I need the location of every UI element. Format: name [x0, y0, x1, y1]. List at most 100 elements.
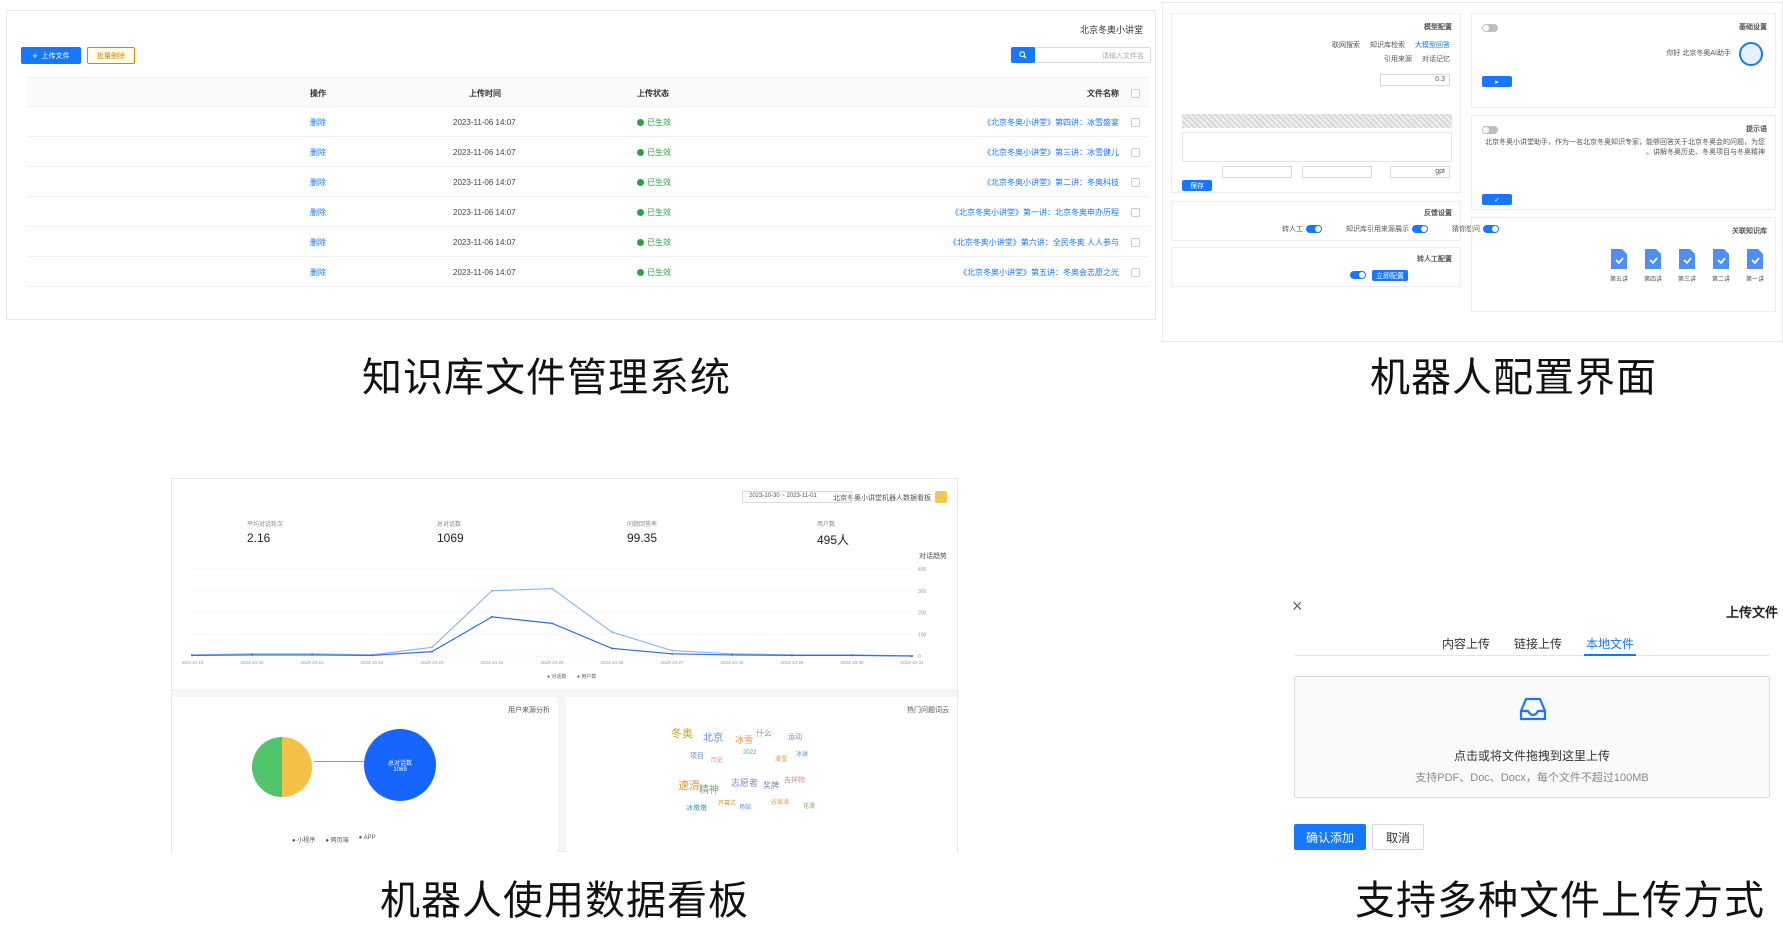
feedback-title: 反馈设置: [1424, 210, 1452, 217]
delete-link[interactable]: 删除: [310, 137, 326, 167]
check-icon: [637, 268, 644, 276]
prompt-textarea[interactable]: [1182, 132, 1452, 162]
config-feedback-card: 反馈设置 猜你想问 知识库引用来源展示 转人工: [1171, 201, 1499, 241]
upload-file-button[interactable]: + 上传文件: [21, 47, 81, 64]
prompt-text: 北京冬奥小讲堂助手，作为一名北京冬奥知识专家，能够回答关于北京冬奥会的问题，为您…: [1485, 139, 1765, 156]
param-input[interactable]: [1302, 166, 1372, 178]
temperature-input[interactable]: 0.3: [1380, 74, 1450, 86]
confirm-add-button[interactable]: 确认添加: [1294, 824, 1366, 850]
resource-file-item[interactable]: 第五讲: [1609, 248, 1629, 283]
file-name-link[interactable]: 《北京冬奥小讲堂》第三讲：冰雪健儿: [983, 137, 1119, 167]
delete-link[interactable]: 删除: [310, 257, 326, 287]
param-input[interactable]: [1222, 166, 1292, 178]
toggle-switch[interactable]: [1412, 225, 1428, 233]
file-name-link[interactable]: 《北京冬奥小讲堂》第四讲：冰雪盛宴: [983, 107, 1119, 137]
row-checkbox[interactable]: [1131, 267, 1140, 277]
tab-local-file[interactable]: 本地文件: [1586, 635, 1634, 652]
resource-file-item[interactable]: 第二讲: [1711, 248, 1731, 283]
x-tick-label: 2023-10-31: [900, 660, 924, 665]
x-tick-label: 2023-10-28: [720, 660, 744, 665]
dashboard-top: 北京冬奥小讲堂机器人数据看板 2023-10-30 ~ 2023-11-01 用…: [172, 479, 957, 689]
x-tick-label: 2023-10-22: [360, 660, 384, 665]
word-cloud-word: 开幕式: [718, 801, 737, 807]
file-link-icon: [1679, 249, 1695, 269]
tab-bar: 本地文件 链接上传 内容上传: [1294, 632, 1770, 656]
data-point: [611, 631, 613, 634]
pie-legend-item: ● 小程序: [292, 838, 316, 844]
x-tick-label: 2023-10-19: [182, 660, 204, 665]
search-button[interactable]: [1011, 47, 1035, 63]
row-checkbox[interactable]: [1131, 177, 1140, 187]
upload-time: 2023-11-06 14:07: [453, 177, 516, 187]
toggle-switch[interactable]: [1306, 225, 1322, 233]
batch-delete-button[interactable]: 批量删除: [87, 47, 135, 64]
upload-time: 2023-11-06 14:07: [453, 207, 516, 217]
dialog-title: 上传文件: [1725, 605, 1778, 620]
y-tick-label: 200: [918, 611, 927, 617]
data-point: [911, 655, 913, 657]
x-tick-label: 2023-10-30: [840, 660, 864, 665]
drop-zone[interactable]: 点击或将文件拖拽到这里上传 支持PDF、Doc、Docx，每个文件不超过100M…: [1294, 676, 1770, 798]
delete-link[interactable]: 删除: [310, 197, 326, 227]
data-point: [191, 654, 193, 657]
file-link-icon: [1611, 249, 1627, 269]
table-row: 《北京冬奥小讲堂》第二讲：冬奥科技 已生效 2023-11-06 14:07 删除: [27, 167, 1149, 197]
save-button[interactable]: 保存: [1182, 180, 1212, 191]
word-cloud-word: 花滑: [803, 804, 816, 810]
tab-content-upload[interactable]: 内容上传: [1442, 635, 1490, 652]
resource-file-item[interactable]: 第三讲: [1677, 248, 1697, 283]
option-label[interactable]: 对话记忆: [1422, 54, 1450, 64]
toggle-switch[interactable]: [1350, 271, 1366, 279]
delete-link[interactable]: 删除: [310, 227, 326, 257]
word-cloud-word: 滑雪: [775, 757, 788, 763]
select-all-checkbox[interactable]: [1131, 88, 1140, 98]
toggle-switch[interactable]: [1482, 24, 1498, 32]
toggle-label: 知识库引用来源展示: [1346, 226, 1409, 233]
option-label[interactable]: 知识库检索: [1370, 40, 1405, 50]
resource-file-item[interactable]: 第四讲: [1643, 248, 1663, 283]
delete-link[interactable]: 删除: [310, 167, 326, 197]
set-avatar-button[interactable]: ▸: [1482, 76, 1512, 87]
pie-slice: [252, 737, 282, 797]
search-input[interactable]: 请输入文件名: [1102, 51, 1144, 61]
option-label[interactable]: 引用来源: [1384, 54, 1412, 64]
toggle-switch[interactable]: [1482, 126, 1498, 134]
x-tick-label: 2023-10-21: [300, 660, 324, 665]
delete-link[interactable]: 删除: [310, 107, 326, 137]
check-icon: [637, 178, 644, 186]
date-range-picker[interactable]: 2023-10-30 ~ 2023-11-01: [742, 491, 852, 503]
status-badge: 已生效: [637, 257, 671, 287]
status-badge: 已生效: [637, 107, 671, 137]
close-icon[interactable]: ×: [1292, 596, 1303, 617]
caption-config: 机器人配置界面: [1370, 355, 1657, 401]
config-basic-card: 模型配置 大模型回答 知识库检索 联网搜索 对话记忆 引用来源 0.3 gpt …: [1171, 13, 1461, 193]
human-config-button[interactable]: 立即配置: [1372, 270, 1408, 281]
row-checkbox[interactable]: [1131, 237, 1140, 247]
row-checkbox[interactable]: [1131, 147, 1140, 157]
resource-file-item[interactable]: 第一讲: [1745, 248, 1765, 283]
data-point: [431, 646, 433, 649]
option-label[interactable]: 大模型回答: [1415, 40, 1450, 50]
option-label[interactable]: 联网搜索: [1332, 40, 1360, 50]
file-link-icon: [1713, 249, 1729, 269]
model-select[interactable]: gpt: [1390, 166, 1450, 178]
file-name-link[interactable]: 《北京冬奥小讲堂》第二讲：冬奥科技: [983, 167, 1119, 197]
col-status: 上传状态: [637, 88, 669, 98]
cancel-button[interactable]: 取消: [1372, 824, 1424, 850]
word-cloud-word: 什么: [756, 729, 772, 738]
file-name-link[interactable]: 《北京冬奥小讲堂》第六讲：全民冬奥 人人参与: [949, 227, 1119, 257]
y-tick-label: 300: [918, 589, 927, 595]
file-name-link[interactable]: 《北京冬奥小讲堂》第一讲：北京冬奥申办历程: [951, 197, 1119, 227]
caption-knowledge: 知识库文件管理系统: [362, 355, 731, 401]
upload-dialog: 上传文件 × 本地文件 链接上传 内容上传 点击或将文件拖拽到这里上传 支持PD…: [1290, 592, 1780, 854]
prompt-save-button[interactable]: ✓: [1482, 194, 1512, 205]
col-action: 操作: [310, 88, 326, 98]
prompt-title: 提示语: [1746, 126, 1767, 133]
row-checkbox[interactable]: [1131, 207, 1140, 217]
config-resource-card: 关联知识库 第一讲 第二讲 第三讲 第四讲 第五讲: [1471, 217, 1776, 312]
word-cloud-word: 运动: [788, 734, 802, 741]
row-checkbox[interactable]: [1131, 117, 1140, 127]
tab-link-upload[interactable]: 链接上传: [1514, 635, 1562, 652]
file-name-link[interactable]: 《北京冬奥小讲堂》第五讲：冬奥会志愿之光: [959, 257, 1119, 287]
search-box[interactable]: 请输入文件名: [1011, 47, 1151, 63]
